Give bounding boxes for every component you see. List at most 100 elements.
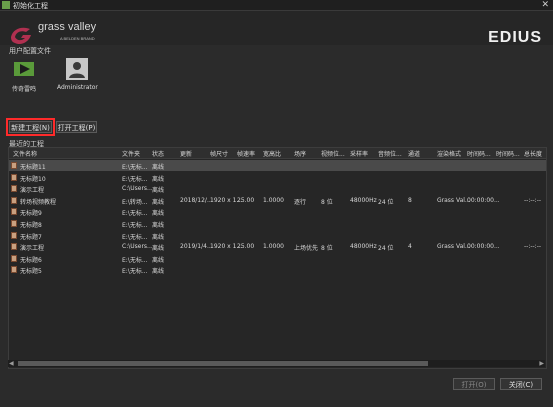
column-header[interactable]: 帧尺寸 [210,149,228,158]
table-cell-total: --:--:-- [524,196,542,204]
table-row[interactable]: 无标题7 E:\无标... 离线 [9,230,546,241]
close-icon[interactable]: ✕ [541,0,549,10]
column-header[interactable]: 更新 [180,149,192,158]
table-row[interactable]: 无标题8 E:\无标... 离线 [9,218,546,229]
table-cell-status: 离线 [152,222,165,229]
table-cell-status: 离线 [152,210,165,218]
table-row[interactable]: 无标题10 E:\无标... 离线 [9,172,546,183]
table-cell-aspect: 1.0000 [263,196,284,204]
close-button[interactable]: 关闭(C) [500,378,542,390]
project-file-icon [11,220,17,227]
table-cell-updated: 2019/1/4... [180,243,213,251]
profile-item-0[interactable]: 传奇雷鸣 [12,58,36,93]
title-bar: 初始化工程 ✕ [0,0,553,11]
table-cell-vbit: 8 位 [321,245,333,253]
user-icon [66,58,89,80]
column-header[interactable]: 视频位... [321,149,345,158]
table-cell-name: 无标题9 [20,210,42,218]
project-file-icon [11,162,17,169]
table-cell-name: 无标题11 [20,164,46,171]
table-cell-field: 上场优先 [294,245,319,253]
table-cell-folder: E:\无标... [122,233,148,241]
table-cell-abit: 24 位 [378,245,394,253]
project-file-icon [11,173,17,181]
table-cell-folder: E:\无标... [122,256,148,264]
app-icon [2,1,10,9]
table-row[interactable]: 无标题11 E:\无标... 离线 [9,160,546,171]
profiles-label: 用户配置文件 [9,47,51,55]
column-header[interactable]: 采样率 [350,149,368,158]
table-cell-ch: 4 [408,243,412,251]
column-header[interactable]: 帧速率 [237,149,255,158]
table-row[interactable]: 演示工程 C:\Users... 离线 [9,183,546,194]
table-cell-name: 无标题10 [20,175,46,183]
table-cell-folder: E:\无标... [122,210,148,218]
recent-projects-table: 文件名称 文件夹 状态 更新 帧尺寸 帧速率 宽高比 场序 视频位... 采样率 音频位... 通道 渲… [8,147,547,369]
column-header[interactable]: 宽高比 [263,149,281,158]
table-cell-name: 转场视频教程 [20,198,57,206]
table-row[interactable]: 无标题9 E:\无标... 离线 [9,206,546,217]
project-file-icon [11,254,17,262]
column-header[interactable]: 总长度 [524,149,542,158]
table-cell-updated: 2018/12/... [180,196,213,204]
table-row[interactable]: 演示工程 C:\Users... 离线 2019/1/4... 1920 x 1... 2… [9,241,546,252]
table-cell-tc1: 00:00:00... [467,243,500,251]
table-cell-name: 无标题5 [20,268,42,276]
table-cell-name: 演示工程 [20,245,45,253]
column-header[interactable]: 场序 [294,149,306,158]
column-header[interactable]: 文件夹 [122,149,140,158]
table-cell-rate: 25.00 [237,243,255,251]
table-cell-folder: E:\转场... [122,198,148,206]
column-header[interactable]: 文件名称 [13,149,37,158]
product-logo: EDIUS [488,29,542,46]
window-title: 初始化工程 [13,2,48,10]
table-cell-status: 离线 [152,256,165,264]
table-row[interactable]: 转场视频教程 E:\转场... 离线 2018/12/... 1920 x 1... 25… [9,195,546,206]
table-cell-rate: 25.00 [237,196,255,204]
table-cell-status: 离线 [152,233,165,241]
table-cell-status: 离线 [152,268,165,276]
table-cell-sample: 48000Hz [350,196,377,204]
scroll-thumb[interactable] [18,361,428,366]
table-cell-render: Grass Val... [437,196,471,204]
project-file-icon [11,231,17,239]
new-project-button[interactable]: 新建工程(N) [6,118,55,136]
scroll-left-icon[interactable]: ◀ [9,360,14,367]
open-project-button[interactable]: 打开工程(P) [56,121,97,133]
table-cell-folder: E:\无标... [122,164,148,171]
horizontal-scrollbar[interactable]: ◀ ▶ [8,360,545,367]
table-cell-name: 无标题6 [20,256,42,264]
table-cell-status: 离线 [152,198,165,206]
table-cell-name: 无标题7 [20,233,42,241]
project-file-icon [11,208,17,216]
table-cell-name: 演示工程 [20,187,45,195]
profile-item-1[interactable]: Administrator [57,58,98,91]
table-cell-folder: E:\无标... [122,175,148,183]
scroll-right-icon[interactable]: ▶ [539,360,544,367]
table-cell-folder: C:\Users... [122,185,153,193]
column-header[interactable]: 状态 [152,149,164,158]
project-file-icon [11,266,17,274]
table-cell-ch: 8 [408,196,412,204]
table-cell-status: 离线 [152,175,165,183]
project-file-icon [11,196,17,204]
table-cell-abit: 24 位 [378,198,394,206]
brand-sub: A BELDEN BRAND [60,36,95,41]
table-cell-vbit: 8 位 [321,198,333,206]
table-row[interactable]: 无标题5 E:\无标... 离线 [9,264,546,275]
open-button[interactable]: 打开(O) [453,378,495,390]
column-header[interactable]: 时间码... [467,149,491,158]
column-header[interactable]: 时间码... [496,149,520,158]
column-header[interactable]: 通道 [408,149,420,158]
column-header[interactable]: 音频位... [378,149,402,158]
table-cell-total: --:--:-- [524,243,542,251]
table-row[interactable]: 无标题6 E:\无标... 离线 [9,253,546,264]
video-profile-icon [14,59,34,79]
project-file-icon [11,243,17,251]
column-header[interactable]: 渲染格式 [437,149,461,158]
table-cell-status: 离线 [152,245,165,253]
table-cell-render: Grass Val... [437,243,471,251]
table-cell-folder: C:\Users... [122,243,153,251]
table-cell-aspect: 1.0000 [263,243,284,251]
table-cell-field: 逐行 [294,198,307,206]
